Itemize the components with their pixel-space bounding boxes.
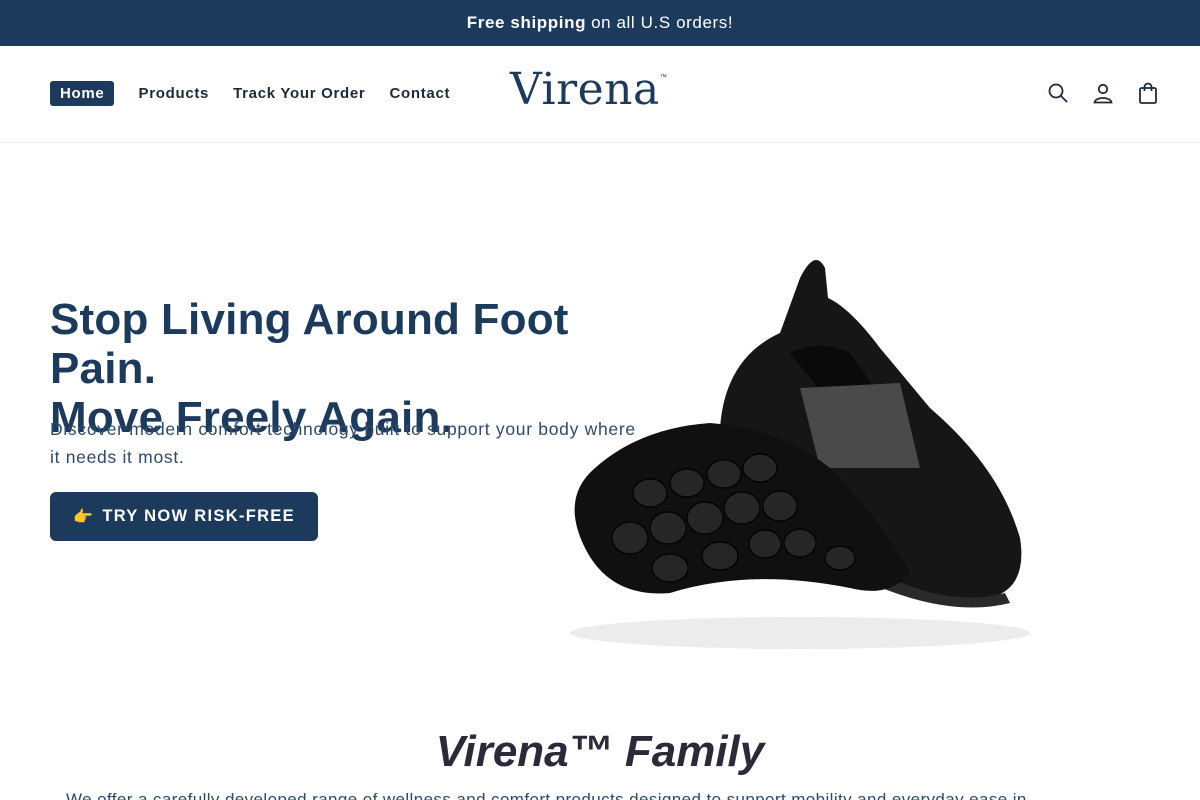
try-now-label: TRY NOW RISK-FREE xyxy=(102,507,295,525)
nav-products[interactable]: Products xyxy=(138,81,209,106)
brand-logo[interactable]: Virena™ xyxy=(510,64,667,115)
family-title: Virena™ Family xyxy=(435,727,765,776)
announcement-bold: Free shipping xyxy=(466,13,587,32)
brand-trademark: ™ xyxy=(659,74,668,81)
main-nav: Home Products Track Your Order Contact xyxy=(50,81,474,106)
header-icons xyxy=(1027,79,1162,107)
try-now-button[interactable]: 👉 TRY NOW RISK-FREE xyxy=(50,492,318,541)
hero-section: Stop Living Around Foot Pain. Move Freel… xyxy=(0,143,1200,703)
pointing-hand-icon: 👉 xyxy=(73,508,95,526)
brand-name: Virena xyxy=(510,64,660,115)
cart-icon[interactable] xyxy=(1134,79,1162,107)
search-icon[interactable] xyxy=(1044,79,1072,107)
nav-track-order[interactable]: Track Your Order xyxy=(233,81,365,106)
nav-home[interactable]: Home xyxy=(50,81,115,106)
announcement-bar: Free shipping on all U.S orders! xyxy=(0,0,1200,46)
family-text: We offer a carefully developed range of … xyxy=(66,790,1048,800)
announcement-text: on all U.S orders! xyxy=(591,13,734,32)
shoe-image xyxy=(570,260,1030,649)
account-icon[interactable] xyxy=(1089,79,1117,107)
site-header: Home Products Track Your Order Contact V… xyxy=(0,46,1200,143)
nav-contact[interactable]: Contact xyxy=(389,81,450,106)
